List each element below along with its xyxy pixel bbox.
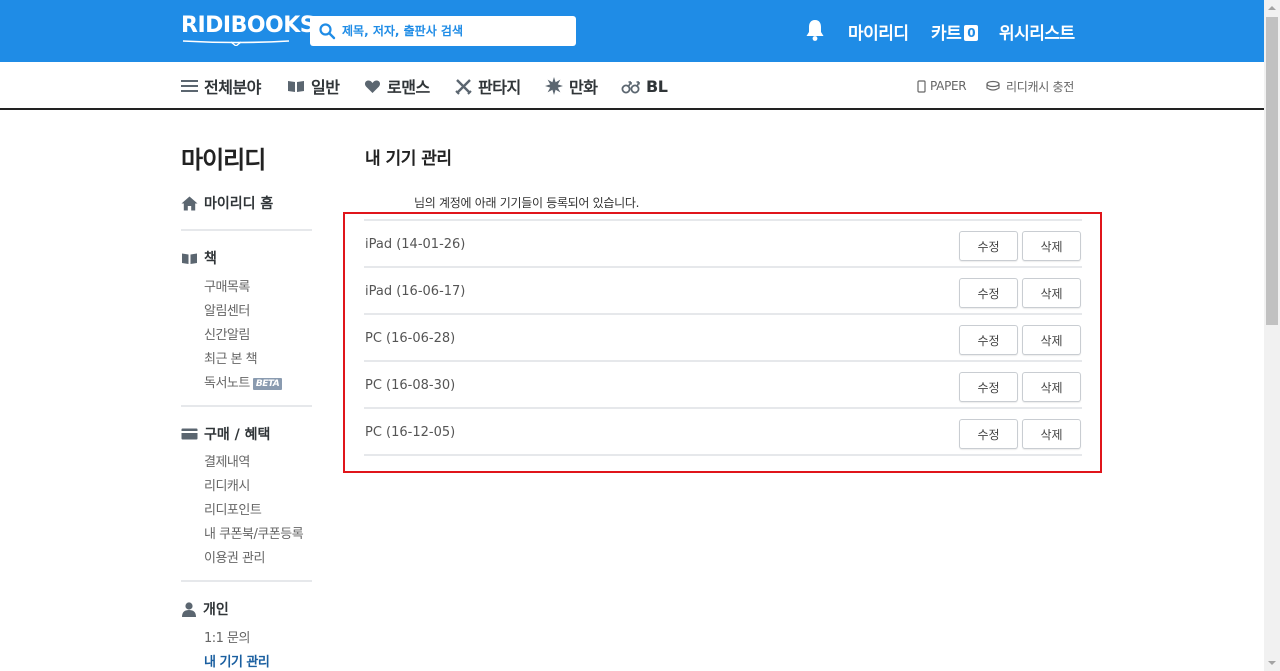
person-icon [182,601,196,617]
heart-icon [364,80,381,93]
category-comics[interactable]: 만화 [545,75,598,97]
category-general-label: 일반 [311,78,340,97]
device-list-highlight-box [343,212,1102,473]
bl-symbol-icon [621,80,640,93]
sidebar-item-purchases[interactable]: 구매목록 [204,276,250,295]
beta-badge: BETA [252,378,283,390]
sidebar-divider [181,405,312,407]
category-all[interactable]: 전체분야 [181,75,261,97]
sidebar-item-coupons[interactable]: 내 쿠폰북/쿠폰등록 [204,523,304,542]
sidebar-section-books: 책 [181,248,217,268]
logo-smile-icon [182,40,290,46]
sidebar-home-label: 마이리디 홈 [204,196,274,212]
sidebar-section-purchase: 구매 / 혜택 [181,424,270,444]
sidebar-item-my-devices[interactable]: 내 기기 관리 [204,651,270,670]
ridibooks-logo[interactable]: RIDIBOOKS [181,13,316,38]
category-bar: 전체분야 일반 로맨스 판타지 만화 BL PAPER 리디캐시 충전 [0,62,1264,110]
nav-cart-label: 카트 [931,24,962,44]
sidebar-item-reading-notes[interactable]: 독서노트 BETA [204,372,283,391]
search-box[interactable] [310,16,576,46]
book-icon [182,253,197,264]
sidebar-item-myridi-home[interactable]: 마이리디 홈 [181,193,273,213]
cash-charge-label: 리디캐시 충전 [1006,79,1074,94]
category-fantasy-label: 판타지 [478,78,521,97]
paper-link-label: PAPER [930,79,967,93]
burst-icon [545,77,563,95]
nav-cart[interactable]: 카트 0 [931,19,979,44]
device-icon [917,79,926,93]
sidebar-item-ridi-point[interactable]: 리디포인트 [204,499,262,518]
sidebar-divider [181,229,312,231]
scroll-up-arrow-icon[interactable] [1264,0,1280,16]
page-scrollbar[interactable] [1264,0,1280,671]
category-fantasy[interactable]: 판타지 [455,75,521,97]
coins-icon [986,80,1000,91]
sidebar-divider [181,580,312,582]
sidebar-item-recently-viewed[interactable]: 최근 본 책 [204,348,258,367]
category-romance[interactable]: 로맨스 [364,75,430,97]
category-general[interactable]: 일반 [287,75,340,97]
cash-charge-link[interactable]: 리디캐시 충전 [986,77,1074,95]
home-icon [181,196,198,210]
reading-notes-label: 독서노트 [204,376,250,391]
book-icon [288,81,304,92]
nav-myridi[interactable]: 마이리디 [848,19,909,44]
paper-link[interactable]: PAPER [917,77,967,95]
sidebar-books-heading: 책 [204,251,217,267]
category-bl-label: BL [646,76,668,96]
category-romance-label: 로맨스 [387,78,430,97]
sidebar-item-new-book-alerts[interactable]: 신간알림 [204,324,250,343]
sidebar-item-inquiry[interactable]: 1:1 문의 [204,627,250,646]
scrollbar-thumb[interactable] [1266,17,1278,325]
sidebar-purchase-heading: 구매 / 혜택 [204,427,271,443]
page-title: 내 기기 관리 [365,149,452,169]
credit-card-icon [181,428,198,440]
category-all-label: 전체분야 [204,78,261,97]
sidebar-item-passes[interactable]: 이용권 관리 [204,547,265,566]
sidebar-item-payment-history[interactable]: 결제내역 [204,451,250,470]
notification-bell-icon[interactable] [804,18,826,42]
category-bl[interactable]: BL [621,75,668,97]
sidebar-item-ridi-cash[interactable]: 리디캐시 [204,475,250,494]
sidebar-personal-heading: 개인 [203,602,229,618]
menu-icon [181,80,198,92]
sidebar-section-personal: 개인 [181,599,229,619]
category-comics-label: 만화 [569,78,598,97]
account-device-note: 님의 계정에 아래 기기들이 등록되어 있습니다. [414,196,640,210]
search-input[interactable] [342,16,570,46]
sidebar-title: 마이리디 [181,146,266,174]
scroll-down-arrow-icon[interactable] [1264,655,1280,671]
search-icon [319,23,336,40]
nav-wishlist[interactable]: 위시리스트 [999,19,1075,44]
crossed-swords-icon [455,78,472,95]
top-header: RIDIBOOKS 마이리디 카트0 위시리스트 [0,0,1264,62]
cart-count-badge: 0 [964,25,979,41]
sidebar-item-notifications[interactable]: 알림센터 [204,300,250,319]
